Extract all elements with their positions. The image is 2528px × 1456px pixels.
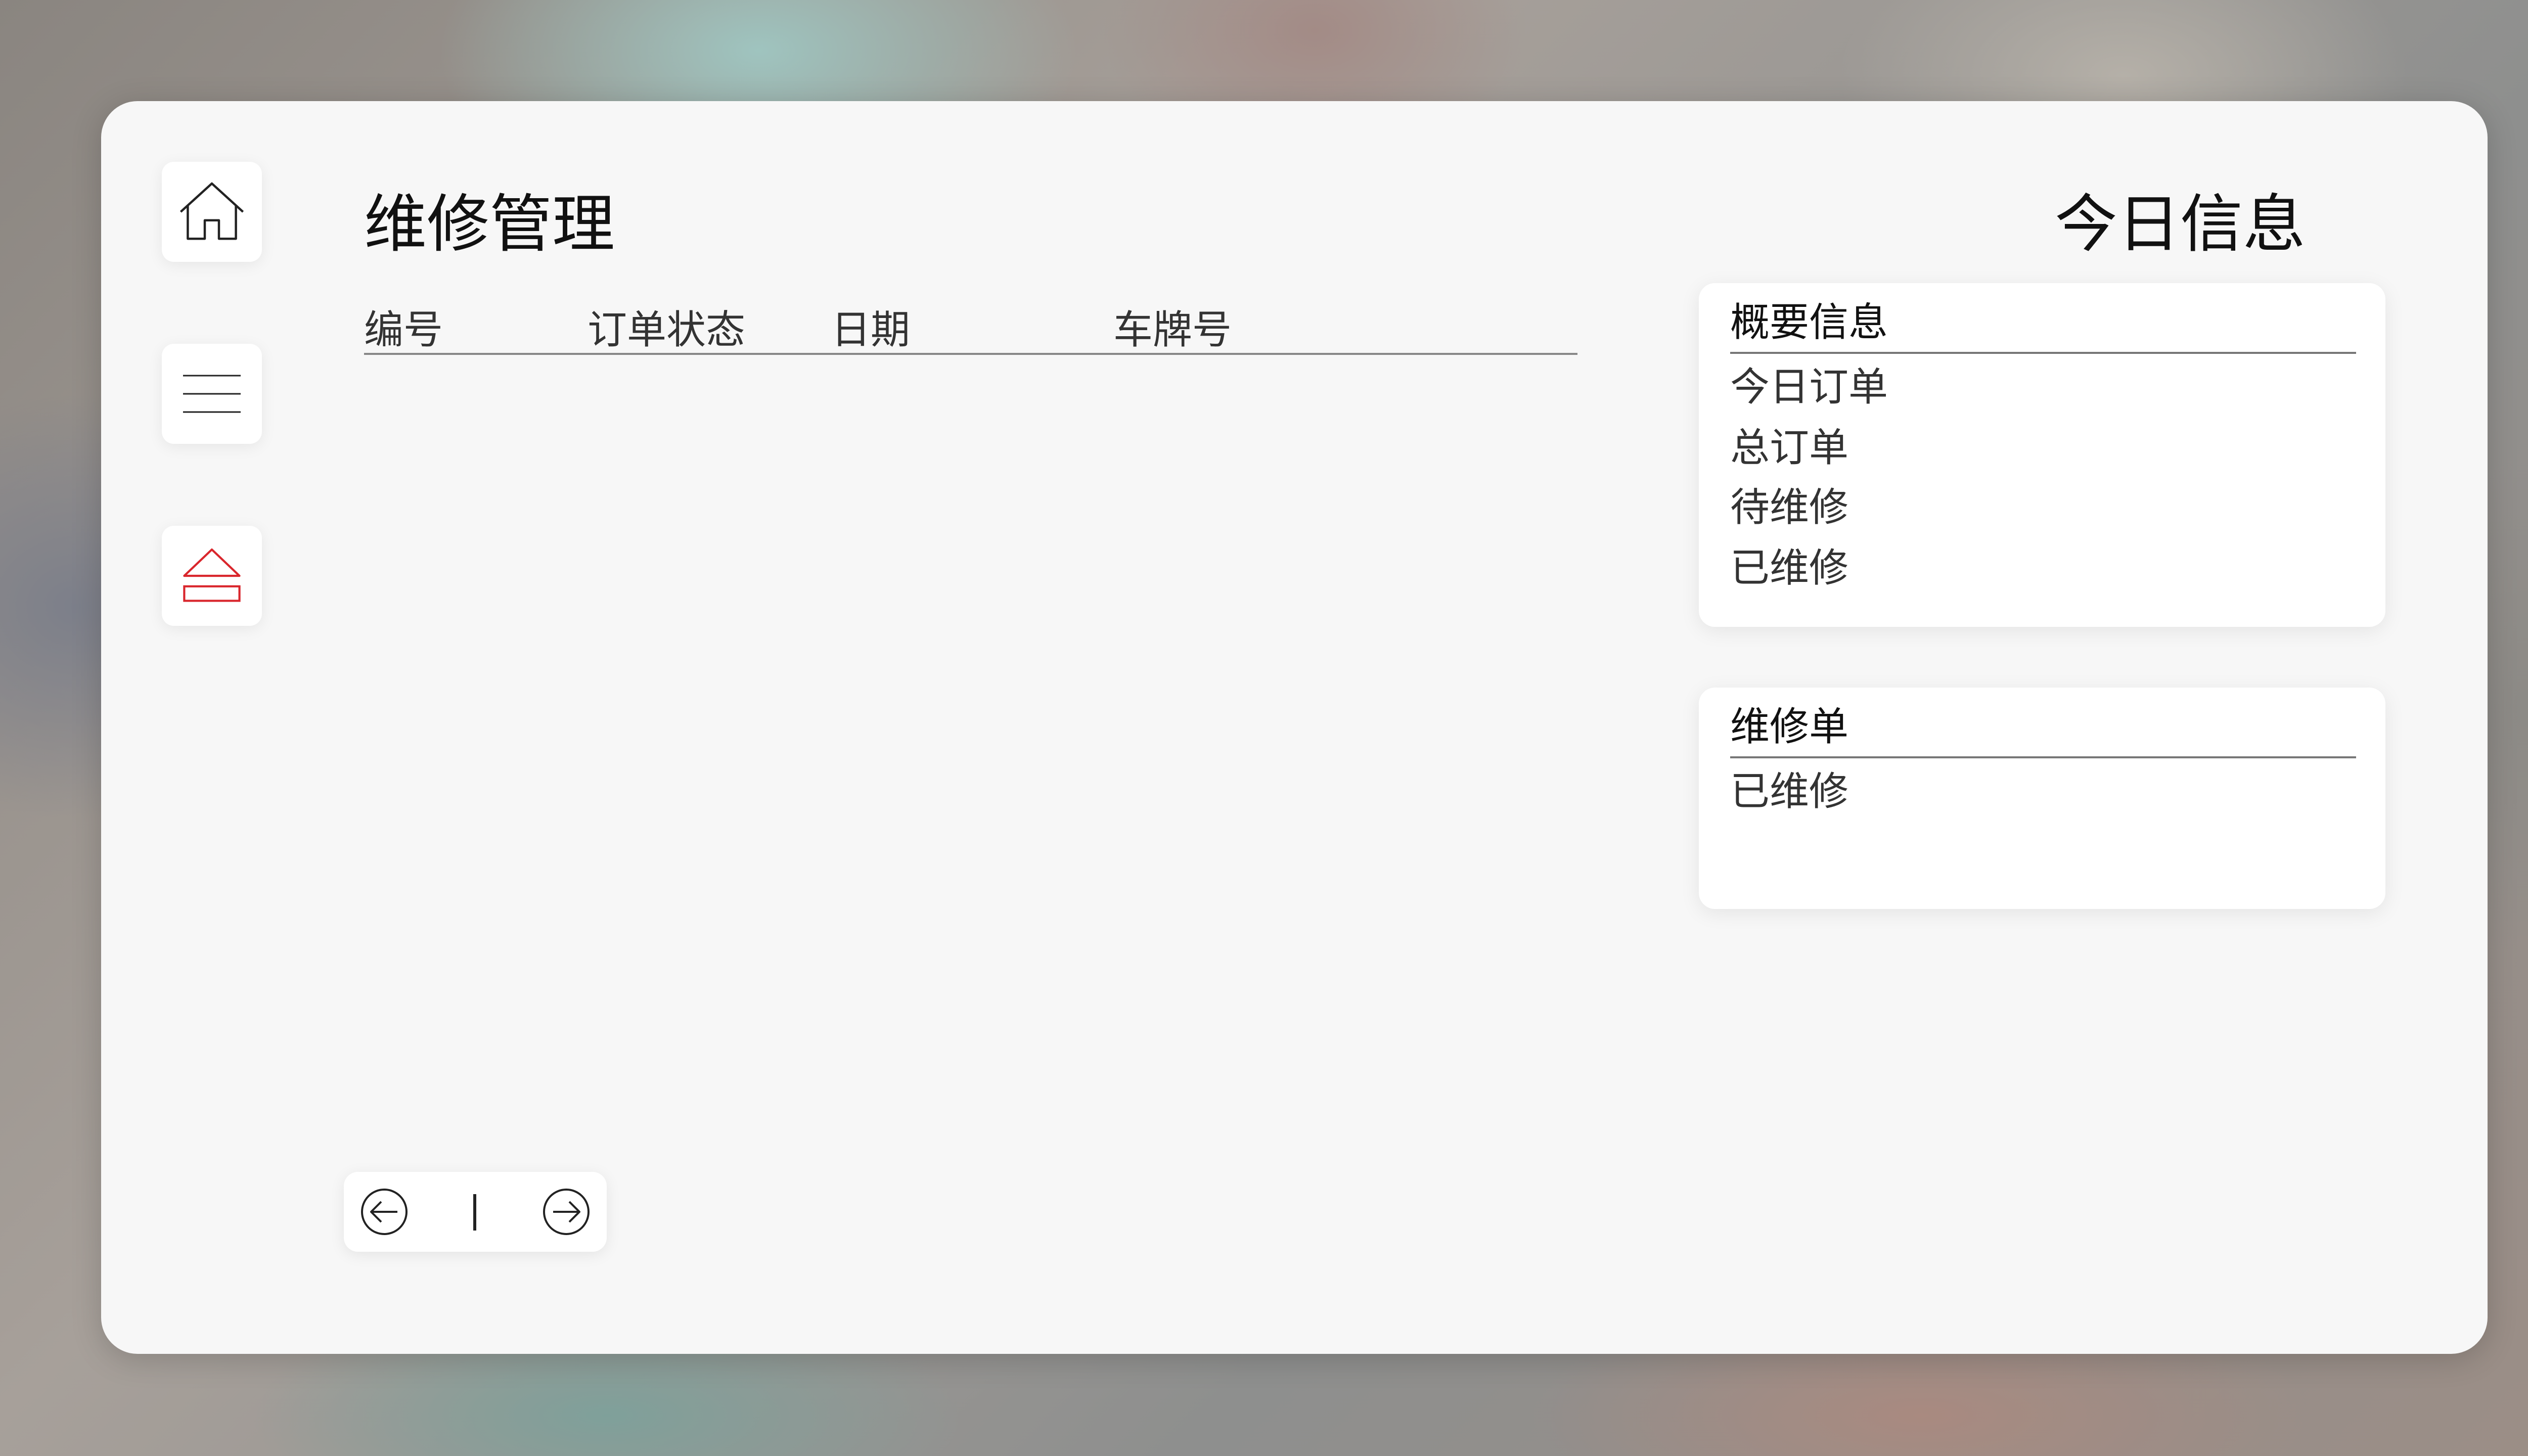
- pagination-separator: [473, 1194, 476, 1231]
- pagination: [344, 1172, 607, 1252]
- home-button[interactable]: [162, 162, 262, 262]
- table-header: 编号 订单状态 日期 车牌号: [364, 293, 1577, 355]
- summary-card-title: 概要信息: [1730, 297, 2356, 354]
- home-icon: [176, 176, 247, 247]
- summary-item-repaired: 已维修: [1730, 545, 1849, 591]
- repair-item-repaired: 已维修: [1730, 769, 1849, 814]
- column-header-date: 日期: [831, 307, 911, 353]
- page-title: 维修管理: [364, 188, 615, 261]
- eject-button[interactable]: [162, 526, 262, 626]
- arrow-left-circle-icon: [359, 1189, 410, 1239]
- next-page-button[interactable]: [541, 1187, 592, 1237]
- summary-item-pending-repair: 待维修: [1730, 485, 1849, 530]
- repair-order-card: 维修单 已维修: [1699, 688, 2385, 909]
- summary-item-total-orders: 总订单: [1730, 425, 1849, 471]
- column-header-order-status: 订单状态: [588, 307, 746, 353]
- eject-icon: [179, 543, 245, 609]
- summary-item-today-orders: 今日订单: [1730, 365, 1888, 410]
- table-body: [364, 355, 1577, 1144]
- today-info-title: 今日信息: [2054, 188, 2306, 261]
- arrow-right-circle-icon: [541, 1189, 592, 1239]
- column-header-id: 编号: [364, 307, 443, 353]
- column-header-plate-number: 车牌号: [1113, 307, 1232, 353]
- summary-card: 概要信息 今日订单 总订单 待维修 已维修: [1699, 283, 2385, 627]
- menu-button[interactable]: [162, 344, 262, 444]
- prev-page-button[interactable]: [359, 1187, 410, 1237]
- menu-icon: [179, 369, 245, 419]
- repair-order-card-title: 维修单: [1730, 702, 2356, 758]
